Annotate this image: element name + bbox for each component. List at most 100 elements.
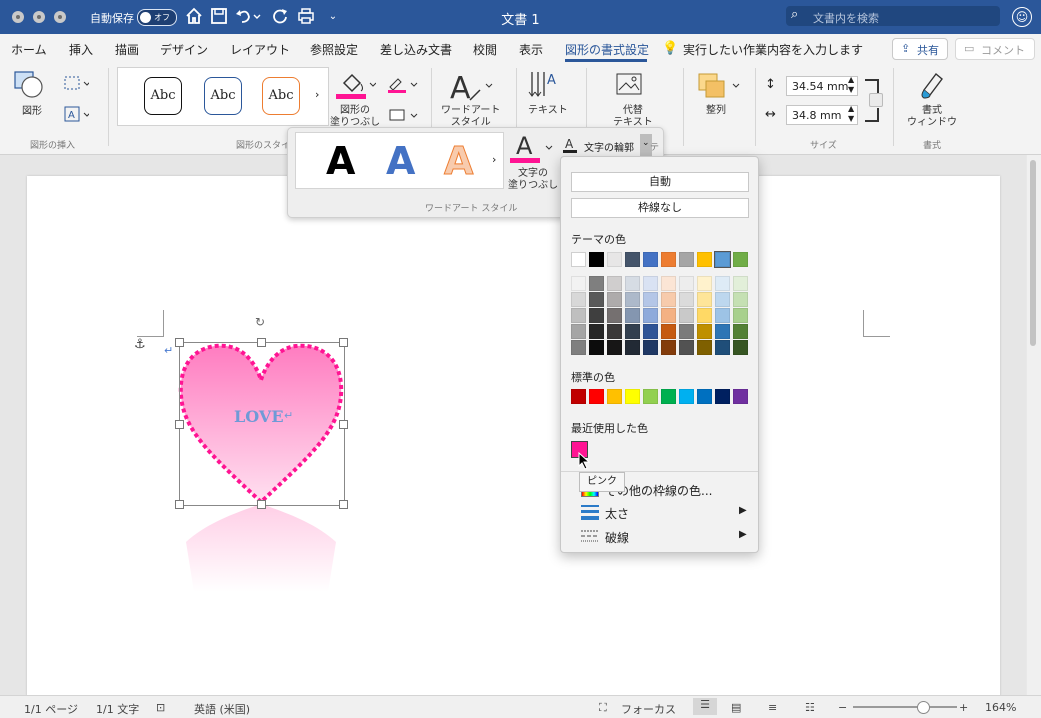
dashes-item[interactable]: 破線 ▶: [561, 525, 758, 547]
theme-shade-swatch[interactable]: [715, 292, 730, 307]
theme-shade-swatch[interactable]: [571, 292, 586, 307]
standard-color-swatch[interactable]: [733, 389, 748, 404]
theme-shade-swatch[interactable]: [715, 308, 730, 323]
share-button[interactable]: ⇪ 共有: [892, 38, 948, 60]
theme-shade-swatch[interactable]: [589, 276, 604, 291]
format-pane-icon[interactable]: [918, 70, 950, 100]
theme-shade-swatch[interactable]: [571, 276, 586, 291]
theme-shade-swatch[interactable]: [715, 340, 730, 355]
shape-style-option[interactable]: Abc: [144, 77, 182, 115]
theme-color-swatch[interactable]: [714, 251, 731, 268]
tell-me-input[interactable]: 実行したい作業内容を入力します: [683, 41, 863, 58]
resize-handle[interactable]: [339, 500, 348, 509]
theme-shade-swatch[interactable]: [643, 276, 658, 291]
theme-shade-swatch[interactable]: [679, 276, 694, 291]
theme-shade-swatch[interactable]: [625, 324, 640, 339]
gallery-next-icon[interactable]: ›: [492, 153, 496, 166]
theme-shade-swatch[interactable]: [643, 324, 658, 339]
theme-shade-swatch[interactable]: [697, 292, 712, 307]
theme-shade-swatch[interactable]: [733, 340, 748, 355]
theme-shade-swatch[interactable]: [697, 308, 712, 323]
standard-color-swatch[interactable]: [607, 389, 622, 404]
theme-shade-swatch[interactable]: [733, 308, 748, 323]
theme-shade-swatch[interactable]: [571, 308, 586, 323]
theme-shade-swatch[interactable]: [661, 308, 676, 323]
zoom-out-icon[interactable]: −: [838, 701, 847, 714]
theme-color-swatch[interactable]: [733, 252, 748, 267]
resize-handle[interactable]: [175, 420, 184, 429]
no-outline-button[interactable]: 枠線なし: [571, 198, 749, 218]
weight-item[interactable]: 太さ ▶: [561, 501, 758, 523]
text-box-icon[interactable]: A: [63, 105, 91, 123]
scrollbar-thumb[interactable]: [1030, 160, 1036, 346]
theme-shade-swatch[interactable]: [607, 340, 622, 355]
rotate-handle-icon[interactable]: ↻: [255, 315, 265, 329]
theme-color-swatch[interactable]: [661, 252, 676, 267]
document-page[interactable]: [27, 176, 1000, 696]
search-input[interactable]: ⌕ 文書内を検索: [786, 6, 1000, 26]
tab-mailings[interactable]: 差し込み文書: [380, 41, 452, 58]
alt-text-icon[interactable]: [615, 72, 647, 98]
theme-color-swatch[interactable]: [643, 252, 658, 267]
standard-color-swatch[interactable]: [643, 389, 658, 404]
shape-outline-icon[interactable]: [386, 75, 418, 93]
shape-style-option[interactable]: Abc: [204, 77, 242, 115]
theme-shade-swatch[interactable]: [643, 308, 658, 323]
text-fill-icon[interactable]: A: [510, 132, 554, 166]
auto-color-button[interactable]: 自動: [571, 172, 749, 192]
theme-shade-swatch[interactable]: [589, 324, 604, 339]
theme-shade-swatch[interactable]: [607, 292, 622, 307]
shapes-icon[interactable]: [13, 70, 45, 103]
theme-shade-swatch[interactable]: [715, 276, 730, 291]
draft-view-icon[interactable]: ☷: [805, 701, 815, 714]
edit-shape-icon[interactable]: [63, 74, 91, 92]
tab-view[interactable]: 表示: [519, 41, 543, 58]
theme-shade-swatch[interactable]: [733, 276, 748, 291]
page-count[interactable]: 1/1 ページ: [24, 701, 78, 717]
theme-shade-swatch[interactable]: [679, 324, 694, 339]
theme-shade-swatch[interactable]: [625, 308, 640, 323]
focus-icon[interactable]: ⛶: [599, 701, 607, 715]
tab-insert[interactable]: 挿入: [69, 41, 93, 58]
theme-shade-swatch[interactable]: [625, 276, 640, 291]
resize-handle[interactable]: [339, 338, 348, 347]
gallery-next-icon[interactable]: ›: [315, 88, 319, 101]
theme-shade-swatch[interactable]: [643, 292, 658, 307]
height-stepper[interactable]: ▲ ▼: [848, 75, 854, 95]
tab-draw[interactable]: 描画: [115, 41, 139, 58]
zoom-level[interactable]: 164%: [985, 701, 1016, 714]
wordart-styles-icon[interactable]: A: [448, 70, 498, 106]
width-stepper[interactable]: ▲ ▼: [848, 104, 854, 124]
comment-button[interactable]: ▭ コメント: [955, 38, 1035, 60]
theme-shade-swatch[interactable]: [679, 292, 694, 307]
resize-handle[interactable]: [175, 500, 184, 509]
shape-text[interactable]: LOVE: [234, 407, 284, 426]
theme-shade-swatch[interactable]: [661, 324, 676, 339]
theme-shade-swatch[interactable]: [661, 292, 676, 307]
theme-shade-swatch[interactable]: [715, 324, 730, 339]
zoom-slider[interactable]: [853, 706, 957, 708]
text-outline-button[interactable]: A 文字の輪郭 ⌄: [562, 134, 662, 156]
standard-color-swatch[interactable]: [679, 389, 694, 404]
theme-shade-swatch[interactable]: [607, 324, 622, 339]
tab-shape-format[interactable]: 図形の書式設定: [565, 41, 649, 58]
user-account-icon[interactable]: ☺: [1012, 7, 1032, 27]
theme-shade-swatch[interactable]: [661, 276, 676, 291]
tab-layout[interactable]: レイアウト: [230, 41, 290, 58]
zoom-in-icon[interactable]: +: [959, 701, 968, 714]
tab-references[interactable]: 参照設定: [310, 41, 358, 58]
theme-color-swatch[interactable]: [589, 252, 604, 267]
shape-style-option[interactable]: Abc: [262, 77, 300, 115]
standard-color-swatch[interactable]: [715, 389, 730, 404]
shape-effects-icon[interactable]: [386, 106, 418, 124]
theme-color-swatch[interactable]: [625, 252, 640, 267]
theme-color-swatch[interactable]: [571, 252, 586, 267]
theme-color-swatch[interactable]: [607, 252, 622, 267]
resize-handle[interactable]: [175, 338, 184, 347]
resize-handle[interactable]: [257, 338, 266, 347]
theme-shade-swatch[interactable]: [697, 276, 712, 291]
word-count[interactable]: 1/1 文字: [96, 701, 139, 717]
tab-design[interactable]: デザイン: [160, 41, 208, 58]
theme-shade-swatch[interactable]: [571, 324, 586, 339]
wordart-style-black[interactable]: A: [326, 139, 355, 183]
